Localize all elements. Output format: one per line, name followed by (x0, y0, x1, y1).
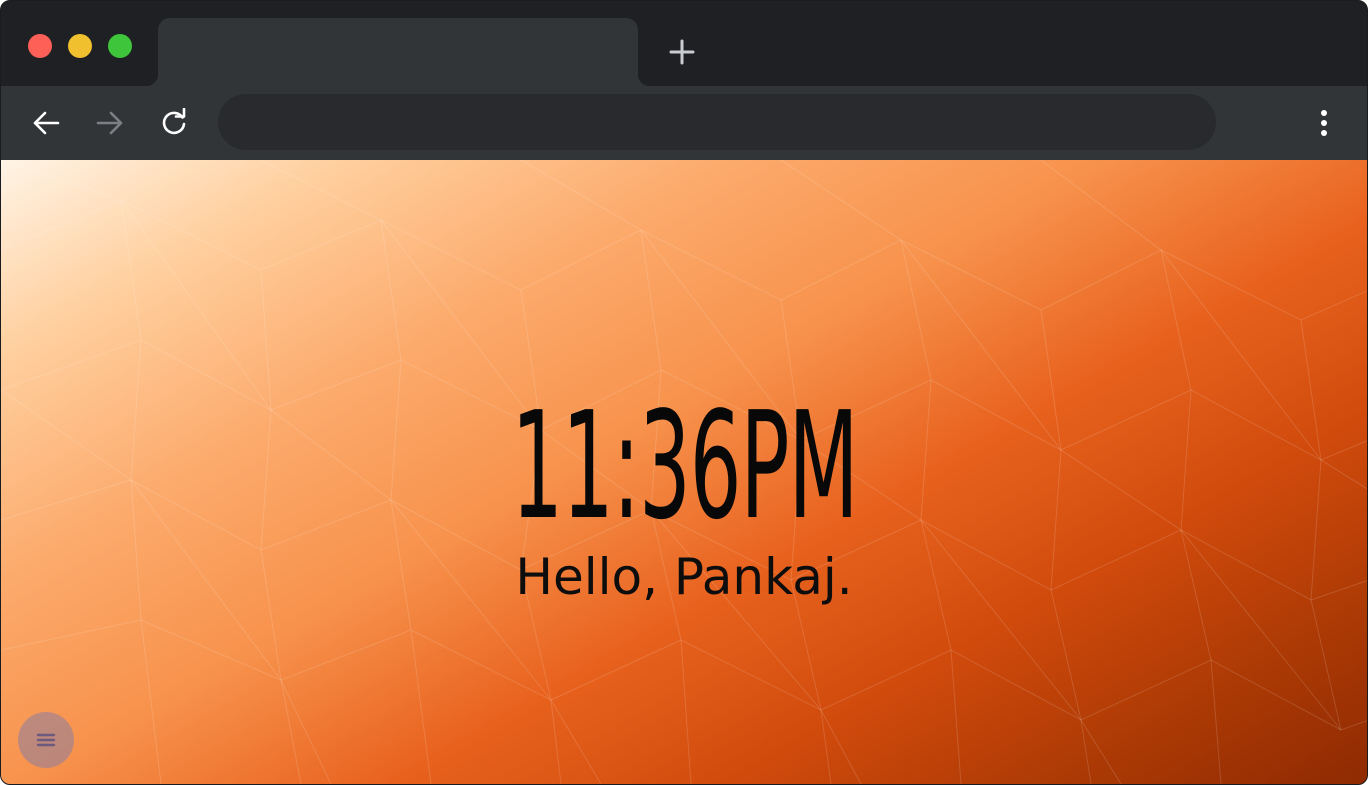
greeting-text: Hello, Pankaj. (515, 548, 853, 606)
vertical-dots-icon (1321, 110, 1327, 136)
hamburger-icon (36, 733, 56, 747)
close-window-button[interactable] (28, 34, 52, 58)
new-tab-button[interactable] (664, 34, 700, 70)
address-bar[interactable] (218, 94, 1216, 150)
browser-menu-button[interactable] (1304, 103, 1344, 143)
new-tab-page: 11:36PM Hello, Pankaj. (1, 160, 1367, 784)
back-button[interactable] (26, 103, 66, 143)
arrow-left-icon (33, 111, 60, 135)
maximize-window-button[interactable] (108, 34, 132, 58)
browser-window: 11:36PM Hello, Pankaj. (0, 0, 1368, 785)
plus-icon (669, 39, 695, 65)
tab-bar (1, 1, 1367, 86)
active-tab[interactable] (146, 18, 650, 86)
reload-icon (162, 108, 186, 135)
minimize-window-button[interactable] (68, 34, 92, 58)
toolbar (1, 86, 1367, 160)
arrow-right-icon (96, 111, 123, 135)
clock-time: 11:36PM (511, 380, 858, 552)
forward-button[interactable] (90, 103, 130, 143)
settings-menu-button[interactable] (18, 712, 74, 768)
reload-button[interactable] (154, 103, 194, 143)
